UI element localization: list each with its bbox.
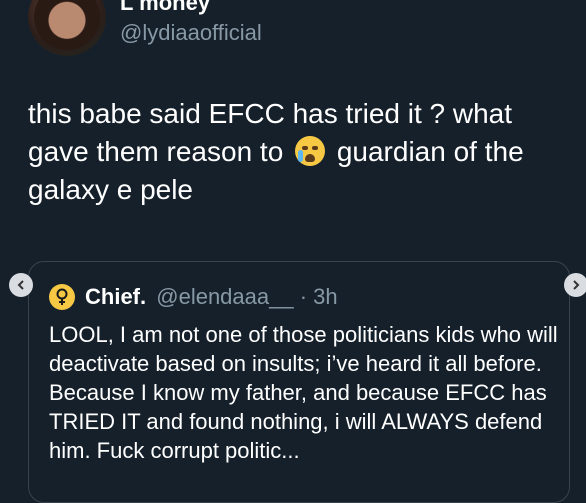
avatar[interactable]	[28, 0, 106, 56]
quoted-tweet[interactable]: Chief. @elendaaa__ · 3h LOOL, I am not o…	[28, 261, 570, 503]
quoted-tweet-header: Chief. @elendaaa__ · 3h	[85, 282, 338, 312]
separator: ·	[299, 284, 308, 309]
female-symbol-icon[interactable]	[49, 284, 75, 310]
display-name[interactable]: L money	[120, 0, 210, 14]
previous-button[interactable]	[9, 273, 33, 297]
quoted-display-name[interactable]: Chief.	[85, 284, 146, 309]
chevron-right-icon	[573, 280, 580, 290]
next-button[interactable]	[564, 273, 586, 297]
quoted-tweet-text: LOOL, I am not one of those politicians …	[49, 322, 558, 463]
user-handle[interactable]: @lydiaaofficial	[120, 20, 262, 46]
tweet-text: this babe said EFCC has tried it ? what …	[28, 95, 568, 209]
quoted-timestamp[interactable]: 3h	[313, 284, 337, 309]
crying-face-icon	[295, 136, 326, 166]
quoted-handle[interactable]: @elendaaa__	[156, 284, 293, 309]
chevron-left-icon	[17, 280, 24, 290]
